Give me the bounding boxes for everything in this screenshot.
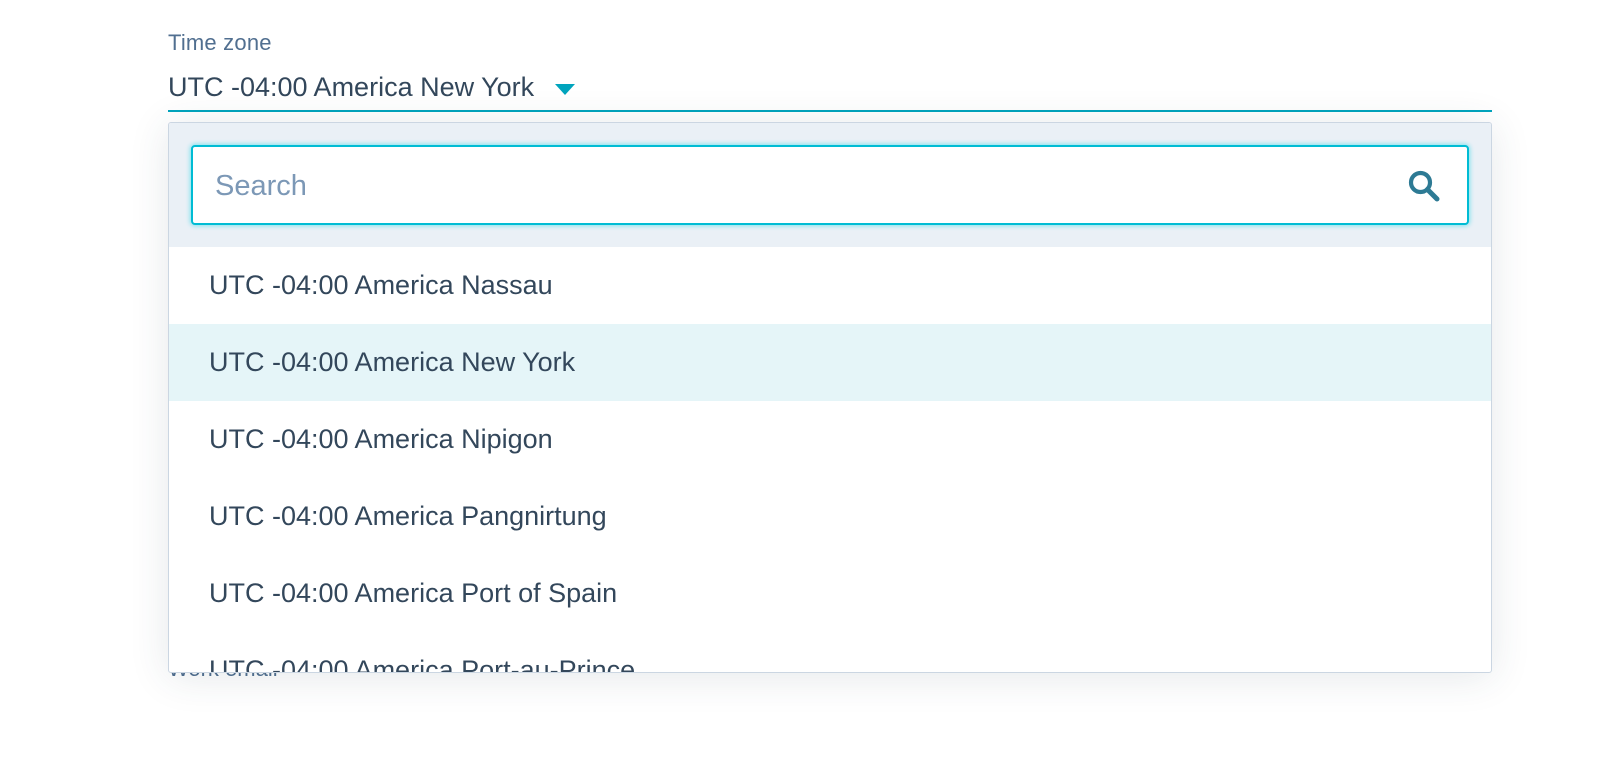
- search-icon[interactable]: [1407, 169, 1441, 203]
- option-america-nipigon[interactable]: UTC -04:00 America Nipigon: [169, 401, 1491, 478]
- chevron-down-icon[interactable]: [555, 84, 575, 95]
- option-america-port-of-spain[interactable]: UTC -04:00 America Port of Spain: [169, 555, 1491, 632]
- time-zone-select[interactable]: UTC -04:00 America New York: [168, 66, 1492, 112]
- options-list: UTC -04:00 America Nassau UTC -04:00 Ame…: [169, 247, 1491, 672]
- option-america-pangnirtung[interactable]: UTC -04:00 America Pangnirtung: [169, 478, 1491, 555]
- search-input[interactable]: [213, 147, 1377, 225]
- search-area: [169, 123, 1491, 247]
- time-zone-selected-value: UTC -04:00 America New York: [168, 72, 535, 102]
- search-box[interactable]: [191, 145, 1469, 225]
- time-zone-dropdown: UTC -04:00 America Nassau UTC -04:00 Ame…: [168, 122, 1492, 673]
- option-america-port-au-prince[interactable]: UTC -04:00 America Port-au-Prince: [169, 632, 1491, 672]
- option-america-new-york[interactable]: UTC -04:00 America New York: [169, 324, 1491, 401]
- option-america-nassau[interactable]: UTC -04:00 America Nassau: [169, 247, 1491, 324]
- time-zone-label: Time zone: [168, 30, 272, 55]
- page: Time zone UTC -04:00 America New York Wo…: [0, 0, 1624, 764]
